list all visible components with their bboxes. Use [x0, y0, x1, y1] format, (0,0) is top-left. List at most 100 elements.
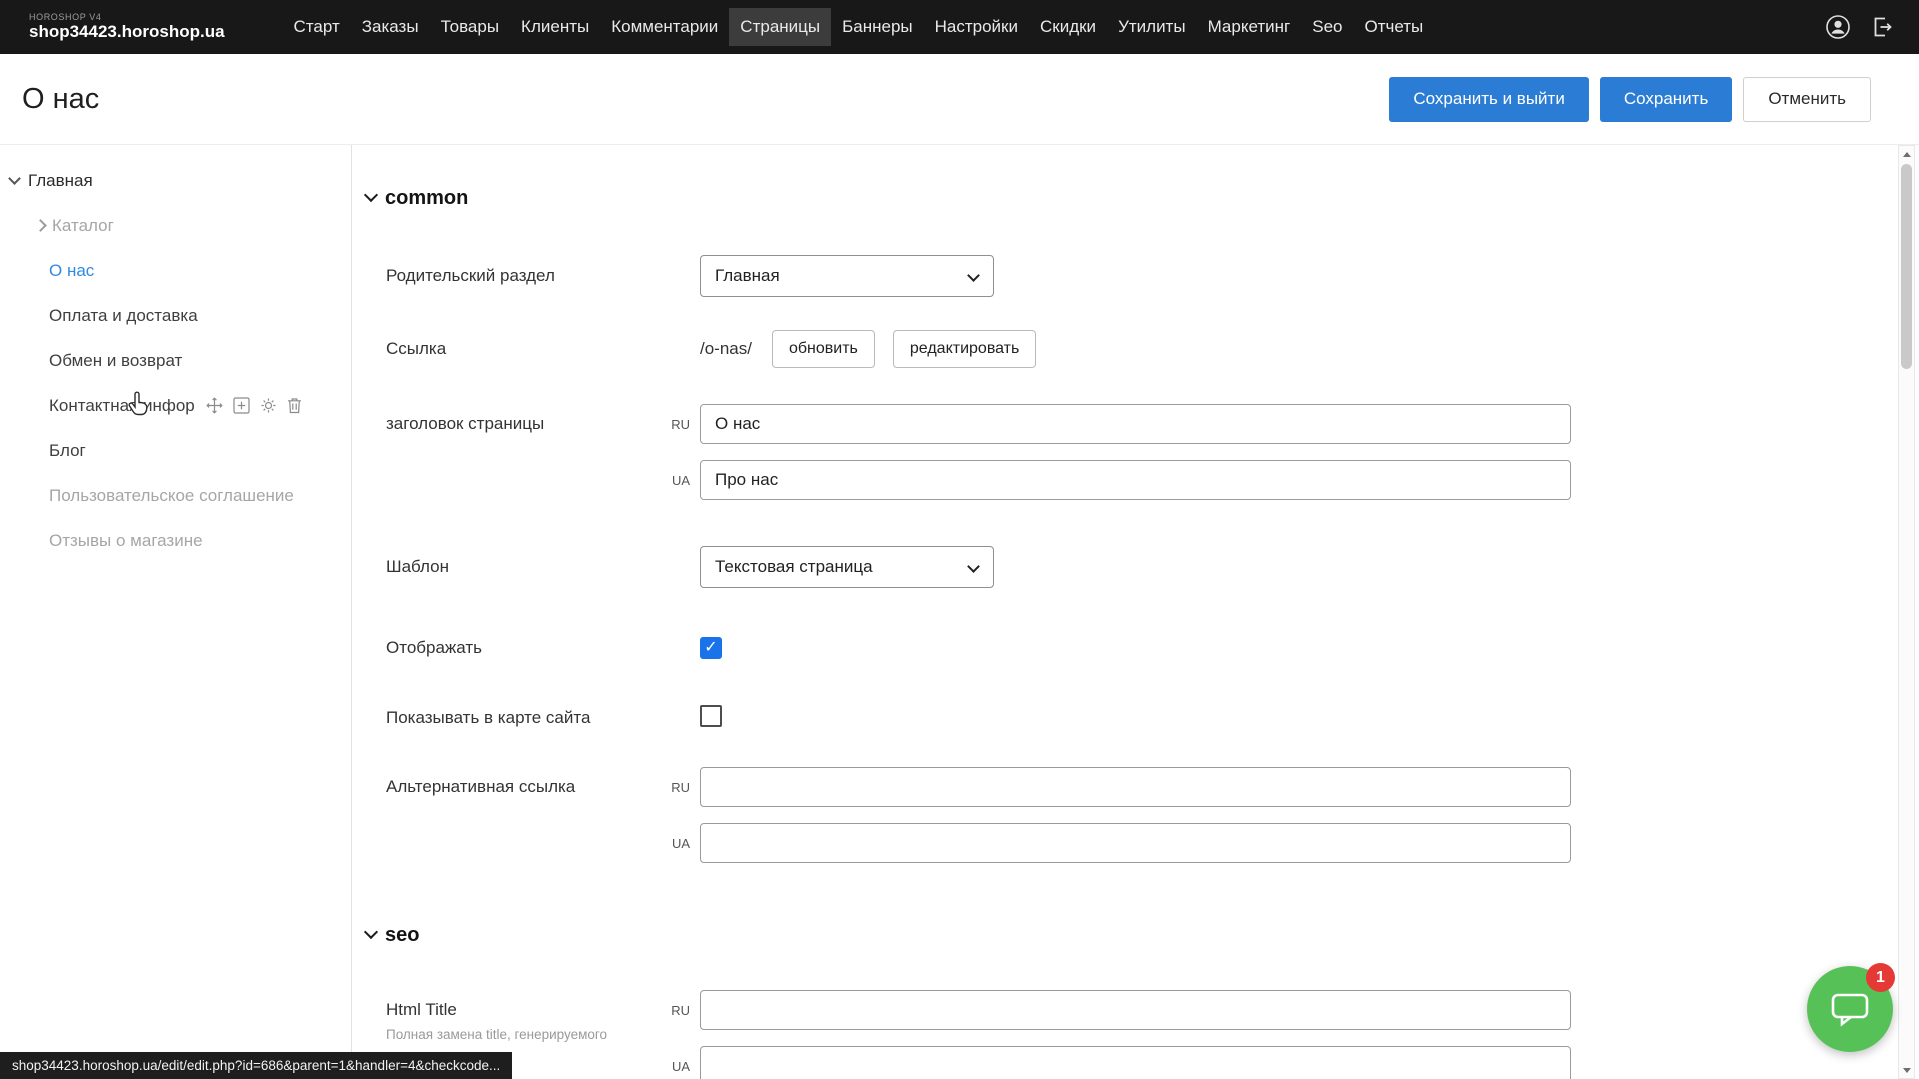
tree-item-obmen-i-vozvrat[interactable]: Обмен и возврат — [0, 338, 351, 383]
parent-section-select-value: Главная — [715, 266, 780, 286]
tree-item-label: О нас — [49, 261, 94, 281]
tree-item-o-nas[interactable]: О нас — [0, 248, 351, 293]
settings-gear-icon[interactable] — [260, 397, 277, 414]
section-common-toggle[interactable]: common — [366, 186, 1919, 210]
tree-item-label: Каталог — [52, 216, 114, 236]
save-and-exit-button[interactable]: Сохранить и выйти — [1389, 77, 1588, 122]
pages-tree-sidebar: Главная Каталог О нас Оплата и доставка … — [0, 145, 352, 1079]
scrollbar-down-arrow[interactable] — [1899, 1062, 1914, 1078]
nav-banners[interactable]: Баннеры — [831, 8, 924, 46]
browser-link-status-bar: shop34423.horoshop.ua/edit/edit.php?id=6… — [0, 1052, 512, 1079]
lang-tag-ua: UA — [660, 473, 690, 488]
parent-section-select[interactable]: Главная — [700, 255, 994, 297]
cancel-button[interactable]: Отменить — [1743, 77, 1871, 122]
nav-comments[interactable]: Комментарии — [600, 8, 729, 46]
main-menu: Старт Заказы Товары Клиенты Комментарии … — [283, 8, 1435, 46]
nav-utilities[interactable]: Утилиты — [1107, 8, 1197, 46]
tree-item-label: Контактная инфор — [49, 396, 195, 416]
tree-item-blog[interactable]: Блог — [0, 428, 351, 473]
page-title-field-label: заголовок страницы — [386, 404, 700, 500]
account-icon[interactable] — [1825, 14, 1851, 40]
template-select[interactable]: Текстовая страница — [700, 546, 994, 588]
nav-discounts[interactable]: Скидки — [1029, 8, 1107, 46]
tree-item-label: Отзывы о магазине — [49, 531, 203, 551]
logo[interactable]: HOROSHOP V4 shop34423.horoshop.ua — [29, 13, 225, 42]
nav-clients[interactable]: Клиенты — [510, 8, 600, 46]
section-common-title: common — [385, 187, 468, 210]
section-seo-title: seo — [385, 924, 419, 947]
lang-tag-ru: RU — [660, 780, 690, 795]
display-label: Отображать — [386, 638, 700, 658]
html-title-hint: Полная замена title, генерируемого — [386, 1027, 700, 1042]
tree-item-oplata-i-dostavka[interactable]: Оплата и доставка — [0, 293, 351, 338]
form-row-alternative-link: Альтернативная ссылка RU UA — [386, 767, 1919, 863]
nav-settings[interactable]: Настройки — [924, 8, 1029, 46]
nav-orders[interactable]: Заказы — [351, 8, 430, 46]
page-title-ru-input[interactable] — [700, 404, 1571, 444]
nav-products[interactable]: Товары — [430, 8, 510, 46]
scrollbar-up-arrow[interactable] — [1899, 146, 1914, 162]
trash-icon[interactable] — [287, 397, 302, 414]
nav-seo[interactable]: Seo — [1301, 8, 1353, 46]
parent-section-label: Родительский раздел — [386, 255, 700, 297]
nav-marketing[interactable]: Маркетинг — [1197, 8, 1302, 46]
tree-item-label: Пользовательское соглашение — [49, 486, 294, 506]
lang-tag-ua: UA — [660, 1059, 690, 1074]
page-title-ua-input[interactable] — [700, 460, 1571, 500]
html-title-label: Html Title — [386, 990, 700, 1020]
display-checkbox[interactable] — [700, 637, 722, 659]
form-row-link: Ссылка /o-nas/ обновить редактировать — [386, 330, 1919, 368]
move-icon[interactable] — [206, 397, 223, 414]
section-seo-toggle[interactable]: seo — [366, 923, 1919, 947]
logo-shop-domain: shop34423.horoshop.ua — [29, 23, 225, 42]
sitemap-label: Показывать в карте сайта — [386, 708, 700, 728]
html-title-ru-input[interactable] — [700, 990, 1571, 1030]
tree-item-label: Оплата и доставка — [49, 306, 198, 326]
chat-bubble-icon — [1829, 989, 1871, 1029]
tree-item-kontaktnaya-informaciya[interactable]: Контактная инфор — [0, 383, 351, 428]
html-title-ua-input[interactable] — [700, 1046, 1571, 1079]
chevron-right-icon — [34, 219, 47, 232]
page-title: О нас — [22, 83, 99, 116]
tree-item-polzovatelskoe-soglashenie[interactable]: Пользовательское соглашение — [0, 473, 351, 518]
chevron-down-icon — [8, 172, 21, 185]
add-subpage-icon[interactable] — [233, 397, 250, 414]
template-select-value: Текстовая страница — [715, 557, 873, 577]
edit-link-button[interactable]: редактировать — [893, 330, 1036, 368]
nav-reports[interactable]: Отчеты — [1353, 8, 1434, 46]
vertical-scrollbar[interactable] — [1898, 145, 1915, 1079]
form-row-template: Шаблон Текстовая страница — [386, 546, 1919, 588]
form-row-html-title: Html Title Полная замена title, генериру… — [386, 990, 1919, 1079]
chevron-down-icon — [967, 560, 980, 573]
scrollbar-thumb[interactable] — [1901, 164, 1912, 369]
nav-pages[interactable]: Страницы — [729, 8, 831, 46]
topbar-right — [1825, 14, 1919, 40]
tree-root-glavnaya[interactable]: Главная — [0, 158, 351, 203]
form-row-parent-section: Родительский раздел Главная — [386, 255, 1919, 297]
form-row-display: Отображать — [386, 637, 1919, 659]
alternative-link-ua-input[interactable] — [700, 823, 1571, 863]
tree-item-label: Блог — [49, 441, 86, 461]
alternative-link-ru-input[interactable] — [700, 767, 1571, 807]
chevron-down-icon — [364, 188, 378, 202]
lang-tag-ru: RU — [660, 417, 690, 432]
save-button[interactable]: Сохранить — [1600, 77, 1732, 122]
form-row-page-title: заголовок страницы RU UA — [386, 404, 1919, 500]
lang-tag-ua: UA — [660, 836, 690, 851]
link-path-value: /o-nas/ — [700, 339, 752, 359]
tree-item-label: Обмен и возврат — [49, 351, 182, 371]
link-label: Ссылка — [386, 339, 700, 359]
page-edit-form: common Родительский раздел Главная Ссылк… — [352, 145, 1919, 1079]
chat-unread-badge: 1 — [1866, 963, 1895, 992]
tree-item-actions — [206, 397, 302, 414]
content-area: Главная Каталог О нас Оплата и доставка … — [0, 144, 1919, 1079]
refresh-link-button[interactable]: обновить — [772, 330, 875, 368]
template-label: Шаблон — [386, 546, 700, 588]
logout-icon[interactable] — [1869, 14, 1895, 40]
sitemap-checkbox[interactable] — [700, 705, 722, 727]
alternative-link-label: Альтернативная ссылка — [386, 767, 700, 863]
nav-start[interactable]: Старт — [283, 8, 351, 46]
tree-item-otzyvy-o-magazine[interactable]: Отзывы о магазине — [0, 518, 351, 563]
tree-item-katalog[interactable]: Каталог — [0, 203, 351, 248]
chat-launcher-button[interactable]: 1 — [1807, 966, 1893, 1052]
